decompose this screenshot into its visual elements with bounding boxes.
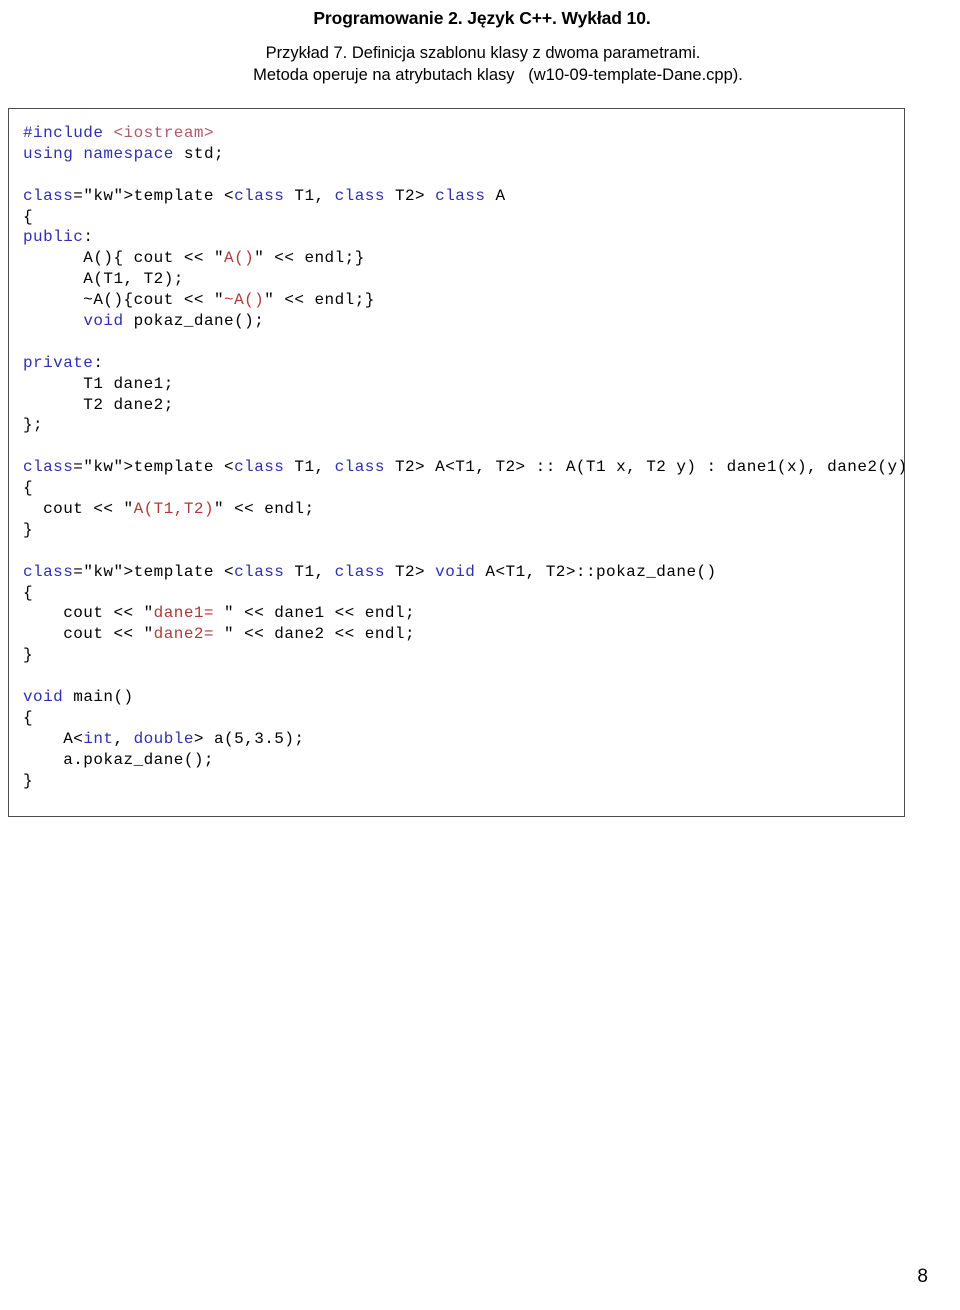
code-line: { [23, 583, 34, 602]
code-line: } [23, 646, 34, 665]
code-line: T1 dane1; [23, 374, 174, 393]
code-line: A<int, double> a(5,3.5); [23, 729, 305, 748]
code-listing: #include <iostream> using namespace std; … [9, 109, 904, 792]
code-line: A(T1, T2); [23, 270, 184, 289]
code-listing-box: #include <iostream> using namespace std; … [8, 108, 905, 817]
code-line: class="kw">template <class T1, class T2>… [23, 186, 506, 205]
code-line: } [23, 771, 34, 790]
code-line: void main() [23, 688, 134, 707]
code-line: A(){ cout << "A()" << endl;} [23, 249, 365, 268]
code-line: { [23, 708, 34, 727]
code-line: ~A(){cout << "~A()" << endl;} [23, 291, 375, 310]
code-line: class="kw">template <class T1, class T2>… [23, 458, 905, 477]
code-line: } [23, 520, 34, 539]
code-line: #include <iostream> [23, 124, 214, 142]
code-line: cout << "dane2= " << dane2 << endl; [23, 625, 416, 644]
document-header: Programowanie 2. Język C++. Wykład 10. P… [0, 0, 960, 86]
code-line: public: [23, 228, 94, 247]
page-title: Programowanie 2. Język C++. Wykład 10. [313, 8, 651, 28]
code-line: }; [23, 416, 44, 435]
code-line: void pokaz_dane(); [83, 312, 265, 331]
code-line: a.pokaz_dane(); [23, 750, 214, 769]
code-line: { [23, 207, 34, 226]
subtitle-block: Przykład 7. Definicja szablonu klasy z d… [0, 42, 960, 86]
subtitle-line-1: Przykład 7. Definicja szablonu klasy z d… [265, 44, 701, 62]
code-line: using namespace std; [23, 144, 225, 163]
code-line: private: [23, 353, 104, 372]
code-line: cout << "A(T1,T2)" << endl; [23, 500, 315, 519]
code-line: cout << "dane1= " << dane1 << endl; [23, 604, 416, 623]
subtitle-line-2: Metoda operuje na atrybutach klasy (w10-… [253, 66, 743, 84]
code-line: { [23, 479, 34, 498]
code-line: T2 dane2; [23, 395, 174, 414]
code-line: class="kw">template <class T1, class T2>… [23, 562, 717, 581]
page-number: 8 [917, 1266, 928, 1287]
